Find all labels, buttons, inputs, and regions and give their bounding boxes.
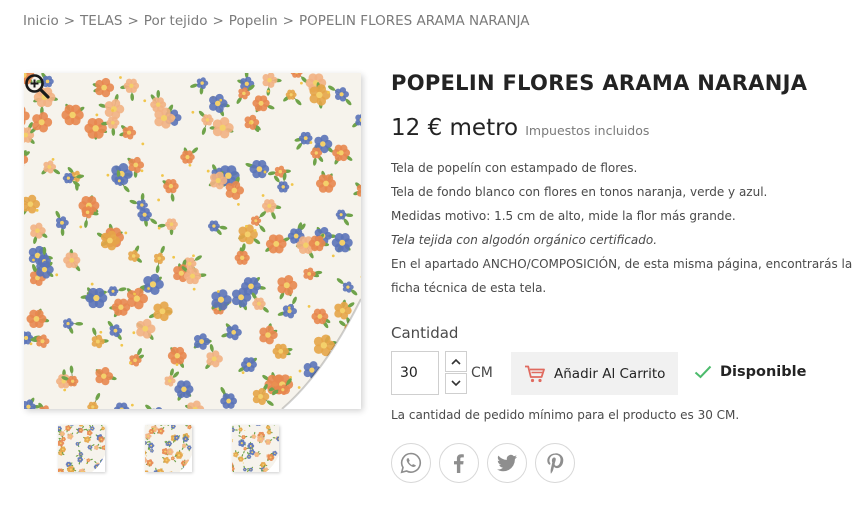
- product-thumbnail[interactable]: [58, 425, 105, 472]
- facebook-icon: [454, 454, 464, 473]
- whatsapp-icon: [400, 452, 422, 474]
- floral-fabric-pattern: [145, 425, 192, 472]
- description-line: Tela tejida con algodón orgánico certifi…: [391, 228, 858, 252]
- quantity-label: Cantidad: [391, 324, 459, 342]
- breadcrumb-separator: >: [127, 13, 139, 29]
- pinterest-icon: [547, 453, 564, 474]
- breadcrumb: Inicio > TELAS > Por tejido > Popelin > POPELIN …: [23, 13, 529, 29]
- product-thumbnail[interactable]: [145, 425, 192, 472]
- quantity-unit: CM: [471, 365, 493, 381]
- description-line: En el apartado ANCHO/COMPOSICIÓN, de est…: [391, 257, 853, 295]
- share-twitter-button[interactable]: [487, 443, 527, 483]
- product-description: Tela de popelín con estampado de flores.…: [391, 156, 858, 300]
- add-to-cart-button[interactable]: Añadir Al Carrito: [511, 352, 678, 395]
- breadcrumb-telas[interactable]: TELAS: [80, 13, 122, 29]
- floral-fabric-pattern: [232, 425, 279, 472]
- tax-note: Impuestos incluidos: [525, 123, 650, 138]
- minimum-quantity-note: La cantidad de pedido mínimo para el pro…: [391, 408, 740, 422]
- shopping-cart-icon: [525, 365, 545, 382]
- add-to-cart-label: Añadir Al Carrito: [554, 365, 666, 382]
- description-line: Tela de popelín con estampado de flores.: [391, 161, 638, 175]
- floral-fabric-pattern: [58, 425, 105, 472]
- quantity-decrease-button[interactable]: [445, 373, 467, 394]
- share-pinterest-button[interactable]: [535, 443, 575, 483]
- quantity-increase-button[interactable]: [445, 351, 467, 372]
- breadcrumb-separator: >: [282, 13, 294, 29]
- price-row: 12 € metro Impuestos incluidos: [391, 115, 649, 141]
- quantity-input[interactable]: [391, 351, 439, 395]
- product-price: 12 € metro: [391, 115, 519, 141]
- availability-label: Disponible: [720, 364, 807, 380]
- product-main-image[interactable]: [24, 73, 361, 409]
- chevron-up-icon: [451, 358, 461, 365]
- breadcrumb-por-tejido[interactable]: Por tejido: [144, 13, 208, 29]
- breadcrumb-popelin[interactable]: Popelin: [229, 13, 278, 29]
- breadcrumb-current: POPELIN FLORES ARAMA NARANJA: [298, 13, 530, 29]
- floral-fabric-pattern: [24, 73, 361, 409]
- availability-status: Disponible: [694, 364, 806, 380]
- check-icon: [694, 365, 712, 379]
- chevron-down-icon: [451, 380, 461, 387]
- zoom-in-icon[interactable]: [24, 73, 50, 99]
- breadcrumb-home[interactable]: Inicio: [23, 13, 59, 29]
- description-line: Medidas motivo: 1.5 cm de alto, mide la …: [391, 209, 736, 223]
- product-thumbnail[interactable]: [232, 425, 279, 472]
- share-whatsapp-button[interactable]: [391, 443, 431, 483]
- share-facebook-button[interactable]: [439, 443, 479, 483]
- breadcrumb-separator: >: [63, 13, 76, 29]
- description-line: Tela de fondo blanco con flores en tonos…: [391, 185, 768, 199]
- product-title: POPELIN FLORES ARAMA NARANJA: [391, 71, 808, 95]
- twitter-icon: [497, 454, 517, 472]
- breadcrumb-separator: >: [212, 13, 224, 29]
- description-italic: Tela tejida con algodón orgánico certifi…: [391, 233, 658, 247]
